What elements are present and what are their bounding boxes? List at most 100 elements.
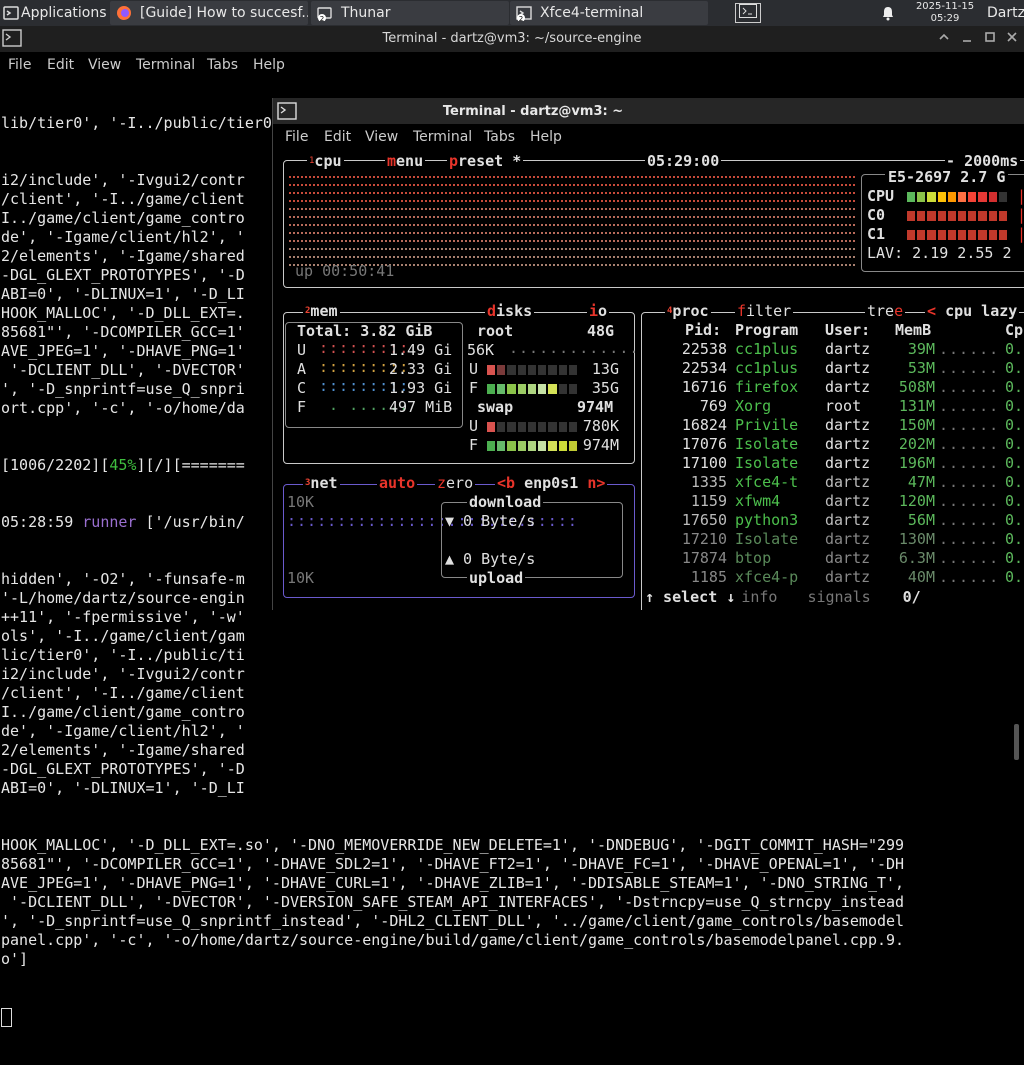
menu-toggle[interactable]: menu — [385, 152, 426, 171]
process-row[interactable]: 17650 python3 dartz 56M...... 0. — [651, 511, 1024, 530]
net-zero-toggle[interactable]: zero — [435, 474, 476, 493]
process-user: root — [825, 397, 862, 415]
terminal-line: /client', '-I../game/client — [1, 684, 245, 702]
taskbar-item-firefox[interactable]: [Guide] How to succesf... — [110, 1, 308, 25]
panel-clock[interactable]: 2025-11-15 05:29 — [910, 0, 980, 27]
disk-row-key: F — [469, 436, 479, 454]
process-row[interactable]: 17076 Isolate dartz 202M...... 0. — [651, 435, 1024, 454]
process-user: dartz — [825, 492, 871, 510]
disks-io-toggle[interactable]: io — [587, 302, 610, 321]
disk-bar-segment — [527, 365, 537, 375]
process-row[interactable]: 17874 btop dartz 6.3M...... 0. — [651, 549, 1024, 568]
group-count-badge: 2 — [519, 15, 523, 21]
process-cpu: 0. — [1005, 511, 1024, 529]
cpu-bar-segment — [937, 192, 946, 202]
menu-edit[interactable]: Edit — [324, 129, 351, 145]
preset-toggle[interactable]: preset * — [447, 152, 524, 171]
process-row[interactable]: 16824 Privile dartz 150M...... 0. — [651, 416, 1024, 435]
proc-signals-button[interactable]: signals — [807, 588, 870, 606]
process-mem-graph: ...... — [939, 359, 1000, 377]
window-title: Terminal - dartz@vm3: ~/source-engine — [382, 31, 642, 46]
clock-time: 05:29 — [930, 13, 960, 24]
terminal-line: ', '-D_snprintf=use_Q_snprintf_instead',… — [1, 912, 905, 930]
process-cpu: 0. — [1005, 416, 1024, 434]
proc-info-button[interactable]: info — [741, 588, 777, 606]
disk-swap-size: 974M — [577, 398, 614, 416]
process-row[interactable]: 1185 xfce4-p dartz 40M...... 0. — [651, 568, 1024, 587]
menu-file[interactable]: File — [8, 57, 31, 73]
window-titlebar[interactable]: Terminal - dartz@vm3: ~/source-engine — [0, 26, 1024, 52]
proc-filter[interactable]: filter — [735, 302, 794, 321]
cpu-box-header: 1cpu — [307, 152, 344, 171]
scrollbar[interactable] — [1014, 724, 1019, 760]
proc-select-control[interactable]: ↑ select ↓ — [645, 588, 735, 606]
cpu-bar-segment — [958, 211, 967, 221]
menu-tabs[interactable]: Tabs — [484, 129, 515, 145]
collapse-window-button[interactable] — [937, 30, 951, 48]
cpu-bar-segment — [937, 211, 946, 221]
process-mem: 202M — [898, 435, 935, 453]
process-user: dartz — [825, 568, 871, 586]
process-pid: 1335 — [690, 473, 727, 491]
terminal-line: o'] — [1, 950, 29, 968]
disk-root-label: root — [477, 322, 514, 340]
taskbar-item-thunar[interactable]: 2 Thunar — [311, 1, 509, 25]
menu-help[interactable]: Help — [253, 57, 285, 73]
disk-io-graph: ............. — [509, 339, 640, 357]
btop-screen[interactable]: 1cpu menu preset * 05:29:00 -- 2000ms up… — [273, 150, 1024, 610]
mem-row-key: A — [297, 360, 307, 378]
menu-edit[interactable]: Edit — [47, 57, 74, 73]
net-auto-toggle[interactable]: auto — [377, 474, 418, 493]
workspace-switcher-button[interactable] — [730, 0, 766, 26]
menu-file[interactable]: File — [285, 129, 308, 145]
disk-bar-segment — [558, 384, 567, 394]
proc-sort-selector[interactable]: < cpu lazy — [925, 302, 1020, 321]
terminal-line: i2/include', '-Ivgui2/contr — [1, 665, 245, 683]
proc-tree-toggle[interactable]: tree — [865, 302, 906, 321]
close-window-button[interactable] — [1005, 30, 1019, 48]
disk-row-value: 780K — [582, 417, 619, 435]
disk-bar-segment — [487, 365, 496, 375]
process-mem-graph: ...... — [939, 435, 1000, 453]
user-menu-button[interactable]: Dartz — [987, 0, 1024, 26]
process-cpu: 0. — [1005, 378, 1024, 396]
mem-row-key: U — [297, 341, 307, 359]
process-row[interactable]: 1335 xfce4-t dartz 47M...... 0. — [651, 473, 1024, 492]
process-row[interactable]: 17210 Isolate dartz 130M...... 0. — [651, 530, 1024, 549]
process-pid: 22538 — [681, 340, 727, 358]
process-row[interactable]: 22538 cc1plus dartz 39M...... 0. — [651, 340, 1024, 359]
disk-usage-bar — [487, 441, 577, 451]
process-mem-graph: ...... — [939, 454, 1000, 472]
cpu-bar-segment — [917, 211, 926, 221]
process-row[interactable]: 1159 xfwm4 dartz 120M...... 0. — [651, 492, 1024, 511]
taskbar-item-terminal[interactable]: 2 Xfce4-terminal — [510, 1, 708, 25]
disks-header[interactable]: disks — [485, 302, 535, 321]
process-row[interactable]: 16716 firefox dartz 508M...... 0. — [651, 378, 1024, 397]
notifications-bell-icon[interactable] — [880, 0, 900, 26]
process-pid: 17100 — [681, 454, 727, 472]
process-mem-graph: ...... — [939, 511, 1000, 529]
process-mem: 53M — [907, 359, 935, 377]
disk-row-key: U — [469, 360, 479, 378]
disk-bar-segment — [558, 365, 567, 375]
process-pid: 16716 — [681, 378, 727, 396]
menu-view[interactable]: View — [365, 129, 398, 145]
maximize-window-button[interactable] — [983, 30, 997, 48]
menu-tabs[interactable]: Tabs — [207, 57, 238, 73]
minimize-window-button[interactable] — [960, 30, 974, 48]
cpu-value-tick: | — [1017, 206, 1024, 224]
process-row[interactable]: 769 Xorg root 131M...... 0. — [651, 397, 1024, 416]
process-cpu: 0. — [1005, 397, 1024, 415]
process-row[interactable]: 22534 cc1plus dartz 53M...... 0. — [651, 359, 1024, 378]
process-row[interactable]: 17100 Isolate dartz 196M...... 0. — [651, 454, 1024, 473]
net-interface-selector[interactable]: <b enp0s1 n> — [495, 474, 608, 493]
menu-help[interactable]: Help — [530, 129, 562, 145]
disk-bar-segment — [538, 365, 547, 375]
menu-terminal[interactable]: Terminal — [136, 57, 195, 73]
window-titlebar[interactable]: Terminal - dartz@vm3: ~ — [273, 98, 1024, 124]
applications-menu-button[interactable]: Applications — [0, 0, 108, 26]
disk-row-value: 13G — [591, 360, 619, 378]
menu-terminal[interactable]: Terminal — [413, 129, 472, 145]
process-program: Xorg — [735, 397, 772, 415]
menu-view[interactable]: View — [88, 57, 121, 73]
